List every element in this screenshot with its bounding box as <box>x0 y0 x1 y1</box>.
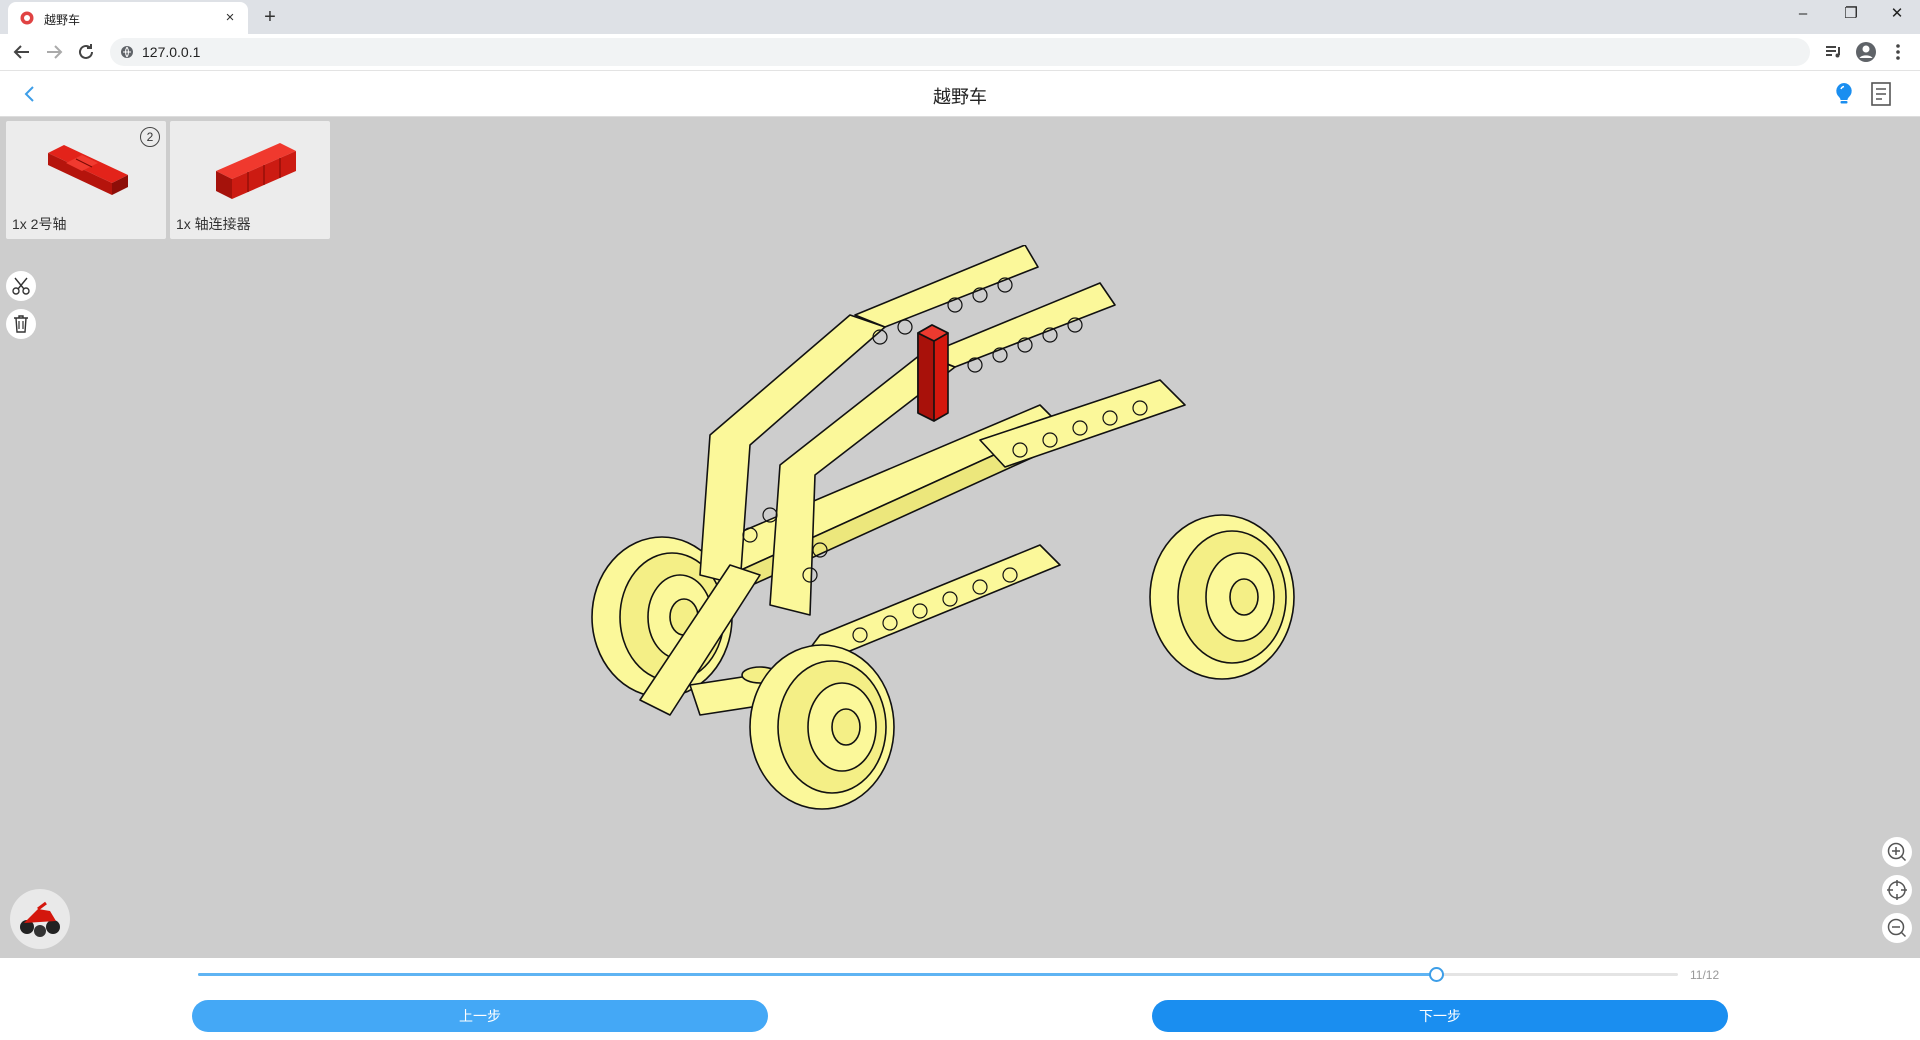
back-icon[interactable] <box>10 40 34 64</box>
part-label: 1x 轴连接器 <box>176 216 251 232</box>
part-label: 1x 2号轴 <box>12 216 67 232</box>
zoom-in-icon <box>1887 842 1907 862</box>
step-counter: 11/12 <box>1690 968 1720 982</box>
zoom-out-button[interactable] <box>1882 913 1912 943</box>
step-footer: 11/12 上一步 下一步 <box>0 958 1920 1040</box>
cut-tool-button[interactable] <box>6 271 36 301</box>
offroad-vehicle-model[interactable] <box>560 245 1340 845</box>
window-minimize-button[interactable]: – <box>1780 0 1826 30</box>
trash-icon <box>14 315 28 333</box>
tab-close-button[interactable]: × <box>220 8 240 28</box>
profile-avatar-icon[interactable] <box>1854 40 1878 64</box>
next-step-button[interactable]: 下一步 <box>1152 1000 1728 1032</box>
step-progress-fill <box>198 973 1436 976</box>
reload-icon[interactable] <box>74 40 98 64</box>
media-control-icon[interactable] <box>1822 40 1846 64</box>
step-progress-handle[interactable] <box>1428 967 1444 982</box>
window-close-button[interactable]: ✕ <box>1874 0 1920 30</box>
recenter-button[interactable] <box>1882 875 1912 905</box>
page-title: 越野车 <box>933 87 987 107</box>
recenter-icon <box>1887 880 1907 900</box>
model-thumbnail[interactable] <box>10 889 70 949</box>
wheel-front <box>749 644 895 810</box>
lightbulb-hint-icon[interactable] <box>1832 81 1856 107</box>
red-axle-connector-part <box>917 324 949 422</box>
model-viewport[interactable]: 2 1x 2号轴 1x 轴连接器 <box>0 117 1920 958</box>
axle-connector-icon <box>216 143 296 199</box>
app-header: 越野车 <box>0 71 1920 117</box>
step-progress-slider[interactable] <box>198 967 1678 982</box>
site-info-icon[interactable] <box>120 45 134 59</box>
address-text: 127.0.0.1 <box>142 44 201 60</box>
browser-tab[interactable]: 越野车 × <box>8 2 248 34</box>
zoom-out-icon <box>1887 918 1907 938</box>
app-favicon-icon <box>20 11 34 25</box>
tab-title: 越野车 <box>44 13 81 27</box>
forward-icon[interactable] <box>42 40 66 64</box>
part-card-axle[interactable]: 2 1x 2号轴 <box>6 121 166 239</box>
vehicle-thumbnail-icon <box>20 901 60 937</box>
axle-2-icon <box>48 145 128 195</box>
window-restore-button[interactable]: ❐ <box>1828 0 1874 30</box>
browser-toolbar: 127.0.0.1 <box>0 34 1920 71</box>
delete-tool-button[interactable] <box>6 309 36 339</box>
browser-tab-strip: 越野车 × + – ❐ ✕ <box>0 0 1920 34</box>
browser-menu-icon[interactable] <box>1886 40 1910 64</box>
new-tab-button[interactable]: + <box>258 5 282 29</box>
scissors-icon <box>12 277 30 295</box>
address-bar[interactable]: 127.0.0.1 <box>110 38 1810 66</box>
part-card-axle-connector[interactable]: 1x 轴连接器 <box>170 121 330 239</box>
part-count-badge: 2 <box>140 127 160 147</box>
instructions-document-icon[interactable] <box>1870 82 1892 106</box>
wheel-rear-right <box>1149 514 1295 680</box>
zoom-in-button[interactable] <box>1882 837 1912 867</box>
previous-step-button[interactable]: 上一步 <box>192 1000 768 1032</box>
